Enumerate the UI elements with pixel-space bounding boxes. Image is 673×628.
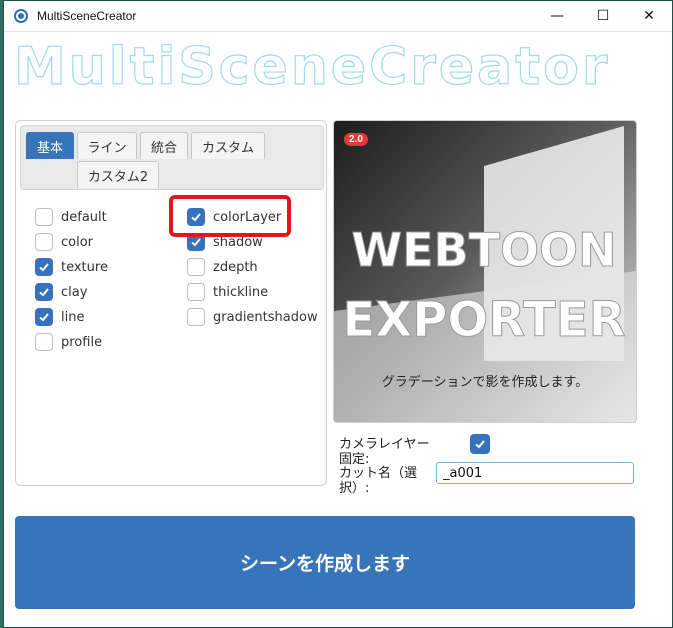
option-label: texture [61,259,108,275]
app-banner-title: MultiSceneCreator [13,36,611,97]
maximize-button[interactable]: ☐ [580,1,626,31]
tab-line[interactable]: ライン [77,132,137,159]
checkmark-icon [39,313,49,322]
option-label: default [61,209,107,225]
preview-logo-line1: WEBTOON [351,223,616,277]
option-label: profile [61,334,103,350]
checkmark-icon [475,440,485,449]
clay-checkbox[interactable] [35,283,53,301]
option-label: line [61,309,85,325]
minimize-button[interactable]: — [534,1,580,31]
app-icon [14,9,28,23]
checkmark-icon [39,288,49,297]
option-label: clay [61,284,88,300]
option-line[interactable]: line [35,308,84,326]
cut-name-input[interactable] [436,462,634,484]
preview-logo-line2: EXPORTER [342,292,625,348]
option-thickline[interactable]: thickline [187,283,268,301]
cut-name-label: カット名（選択）: [339,466,418,496]
zdepth-checkbox[interactable] [187,258,205,276]
checkmark-icon [39,263,49,272]
camera-layer-checkbox[interactable] [470,434,490,454]
option-color[interactable]: color [35,233,93,251]
color-checkbox[interactable] [35,233,53,251]
checkmark-icon [191,238,201,247]
window-title: MultiSceneCreator [37,9,137,23]
version-badge: 2.0 [344,133,368,146]
preview-caption: グラデーションで影を作成します。 [381,375,589,390]
option-gradientshadow[interactable]: gradientshadow [187,308,318,326]
camera-layer-label: カメラレイヤー固定: [339,437,430,467]
title-bar[interactable]: MultiSceneCreator — ☐ ✕ [4,1,672,32]
option-label: gradientshadow [213,309,318,325]
tab-bar: 基本 ライン 統合 カスタム カスタム2 [20,125,324,190]
option-default[interactable]: default [35,208,107,226]
highlight-annotation [169,195,291,237]
option-texture[interactable]: texture [35,258,108,276]
window-controls: — ☐ ✕ [534,1,672,31]
option-label: zdepth [213,259,258,275]
tab-custom2[interactable]: カスタム2 [77,161,159,188]
line-checkbox[interactable] [35,308,53,326]
option-label: thickline [213,284,269,300]
tab-integration[interactable]: 統合 [140,132,188,159]
profile-checkbox[interactable] [35,333,53,351]
default-checkbox[interactable] [35,208,53,226]
option-clay[interactable]: clay [35,283,87,301]
preview-image: WEBTOON EXPORTER 2.0 グラデーションで影を作成します。 [333,120,637,423]
options-panel: 基本 ライン 統合 カスタム カスタム2 [15,120,327,486]
gradientshadow-checkbox[interactable] [187,308,205,326]
tab-custom[interactable]: カスタム [191,132,265,159]
option-label: color [61,234,94,250]
close-button[interactable]: ✕ [626,1,672,31]
tab-basic[interactable]: 基本 [26,132,74,159]
texture-checkbox[interactable] [35,258,53,276]
thickline-checkbox[interactable] [187,283,205,301]
option-profile[interactable]: profile [35,333,102,351]
create-scene-button[interactable]: シーンを作成します [15,516,635,609]
option-zdepth[interactable]: zdepth [187,258,258,276]
